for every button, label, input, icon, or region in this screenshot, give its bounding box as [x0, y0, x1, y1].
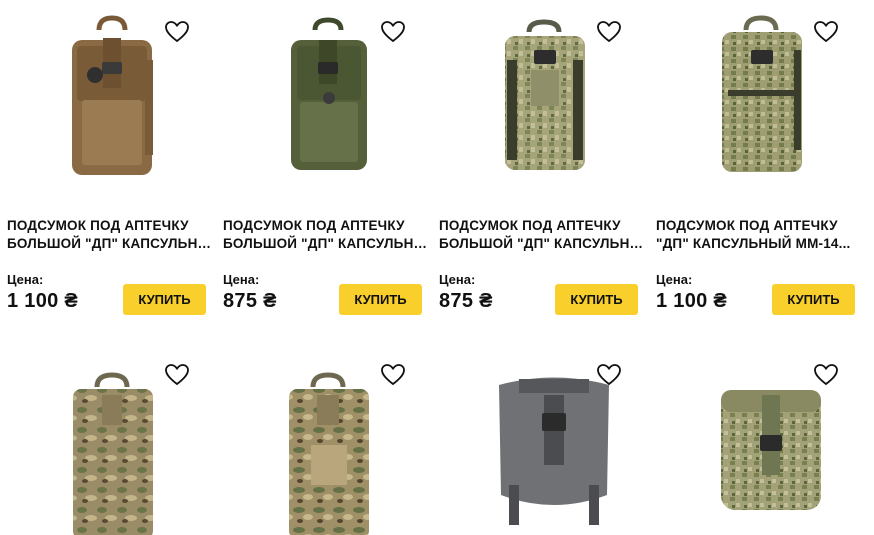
- heart-outline-icon[interactable]: [164, 363, 190, 387]
- heart-outline-icon[interactable]: [813, 363, 839, 387]
- heart-outline-icon[interactable]: [813, 20, 839, 44]
- product-title[interactable]: ПОДСУМОК ПОД АПТЕЧКУ БОЛЬШОЙ "ДП" КАПСУЛ…: [7, 217, 212, 253]
- heart-outline-icon[interactable]: [380, 20, 406, 44]
- heart-outline-icon[interactable]: [380, 363, 406, 387]
- product-title-line2: БОЛЬШОЙ "ДП" КАПСУЛЬНАЯ...: [223, 236, 428, 251]
- price-value: 1 100 ₴: [656, 290, 728, 312]
- price-value: 875 ₴: [223, 290, 277, 312]
- heart-outline-icon[interactable]: [164, 20, 190, 44]
- product-title-line2: БОЛЬШОЙ "ДП" КАПСУЛЬНАЯ...: [7, 236, 212, 251]
- product-title[interactable]: ПОДСУМОК ПОД АПТЕЧКУ БОЛЬШОЙ "ДП" КАПСУЛ…: [223, 217, 428, 253]
- price-label: Цена:: [656, 272, 693, 287]
- heart-outline-icon[interactable]: [596, 363, 622, 387]
- price-value: 875 ₴: [439, 290, 493, 312]
- product-title[interactable]: ПОДСУМОК ПОД АПТЕЧКУ "ДП" КАПСУЛЬНЫЙ ММ-…: [656, 217, 861, 253]
- product-title-line1: ПОДСУМОК ПОД АПТЕЧКУ: [439, 218, 621, 233]
- price-label: Цена:: [439, 272, 476, 287]
- product-title[interactable]: ПОДСУМОК ПОД АПТЕЧКУ БОЛЬШОЙ "ДП" КАПСУЛ…: [439, 217, 644, 253]
- buy-button[interactable]: КУПИТЬ: [123, 284, 206, 315]
- buy-button[interactable]: КУПИТЬ: [339, 284, 422, 315]
- product-title-line1: ПОДСУМОК ПОД АПТЕЧКУ: [7, 218, 189, 233]
- product-title-line1: ПОДСУМОК ПОД АПТЕЧКУ: [223, 218, 405, 233]
- price-value: 1 100 ₴: [7, 290, 79, 312]
- buy-button[interactable]: КУПИТЬ: [555, 284, 638, 315]
- heart-outline-icon[interactable]: [596, 20, 622, 44]
- price-label: Цена:: [223, 272, 260, 287]
- buy-button[interactable]: КУПИТЬ: [772, 284, 855, 315]
- product-title-line2: "ДП" КАПСУЛЬНЫЙ ММ-14...: [656, 236, 851, 251]
- product-title-line1: ПОДСУМОК ПОД АПТЕЧКУ: [656, 218, 838, 233]
- product-title-line2: БОЛЬШОЙ "ДП" КАПСУЛЬНАЯ...: [439, 236, 644, 251]
- price-label: Цена:: [7, 272, 44, 287]
- product-grid: ПОДСУМОК ПОД АПТЕЧКУ БОЛЬШОЙ "ДП" КАПСУЛ…: [0, 0, 874, 535]
